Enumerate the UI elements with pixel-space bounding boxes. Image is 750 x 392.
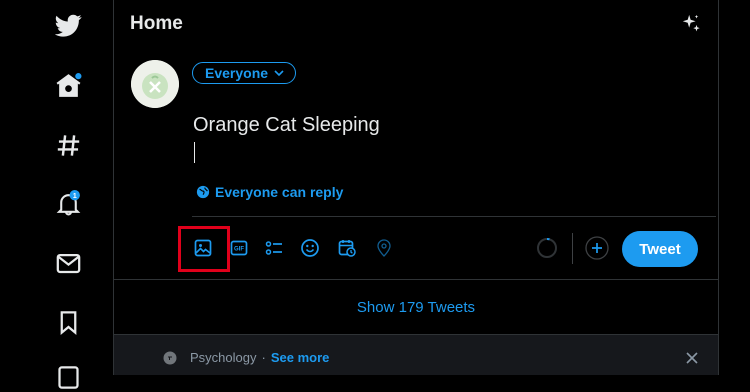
topic-name: Psychology xyxy=(190,350,257,365)
composer-bottom-divider xyxy=(114,279,718,280)
composer-divider xyxy=(192,216,716,217)
add-thread-icon[interactable] xyxy=(585,236,609,260)
svg-text:GIF: GIF xyxy=(234,247,244,253)
reply-setting-button[interactable]: Everyone can reply xyxy=(196,184,343,200)
see-more-link[interactable]: See more xyxy=(271,350,330,365)
audience-label: Everyone xyxy=(205,65,269,81)
location-icon[interactable] xyxy=(373,237,395,259)
topic-suggestion-row[interactable]: Psychology · See more xyxy=(114,335,718,375)
audience-selector[interactable]: Everyone xyxy=(192,62,297,84)
messages-envelope-icon[interactable] xyxy=(53,248,83,278)
text-caret xyxy=(194,142,195,163)
more-nav-icon[interactable] xyxy=(53,362,83,392)
page-title: Home xyxy=(130,13,183,34)
twitter-logo-icon[interactable] xyxy=(53,10,83,40)
sparkle-icon[interactable] xyxy=(680,13,702,35)
tweet-button[interactable]: Tweet xyxy=(622,231,698,267)
tweet-textarea[interactable]: Orange Cat Sleeping xyxy=(193,114,380,137)
globe-icon xyxy=(196,185,210,199)
schedule-icon[interactable] xyxy=(336,237,358,259)
notifications-bell-icon[interactable]: 1 xyxy=(53,188,83,218)
toolbar-separator xyxy=(572,233,573,264)
topic-separator: · xyxy=(261,350,266,365)
sidebar-nav: 1 xyxy=(0,0,114,389)
highlight-annotation-box xyxy=(178,226,230,272)
show-new-tweets-link[interactable]: Show 179 Tweets xyxy=(114,299,718,316)
close-icon[interactable] xyxy=(685,351,699,365)
explore-hashtag-icon[interactable] xyxy=(53,130,83,160)
notification-count-badge: 1 xyxy=(72,190,76,199)
poll-icon[interactable] xyxy=(263,237,285,259)
avatar[interactable] xyxy=(131,60,179,108)
topic-icon xyxy=(163,351,177,365)
topic-text: Psychology · See more xyxy=(190,350,329,365)
gif-icon[interactable]: GIF xyxy=(228,237,250,259)
bookmark-icon[interactable] xyxy=(53,307,83,337)
character-progress-ring xyxy=(536,237,558,259)
home-icon[interactable] xyxy=(53,70,83,100)
emoji-icon[interactable] xyxy=(299,237,321,259)
reply-setting-label: Everyone can reply xyxy=(215,184,344,200)
chevron-down-icon xyxy=(274,70,284,77)
main-timeline: Home Everyone Orange Cat Sleeping Everyo… xyxy=(113,0,719,375)
